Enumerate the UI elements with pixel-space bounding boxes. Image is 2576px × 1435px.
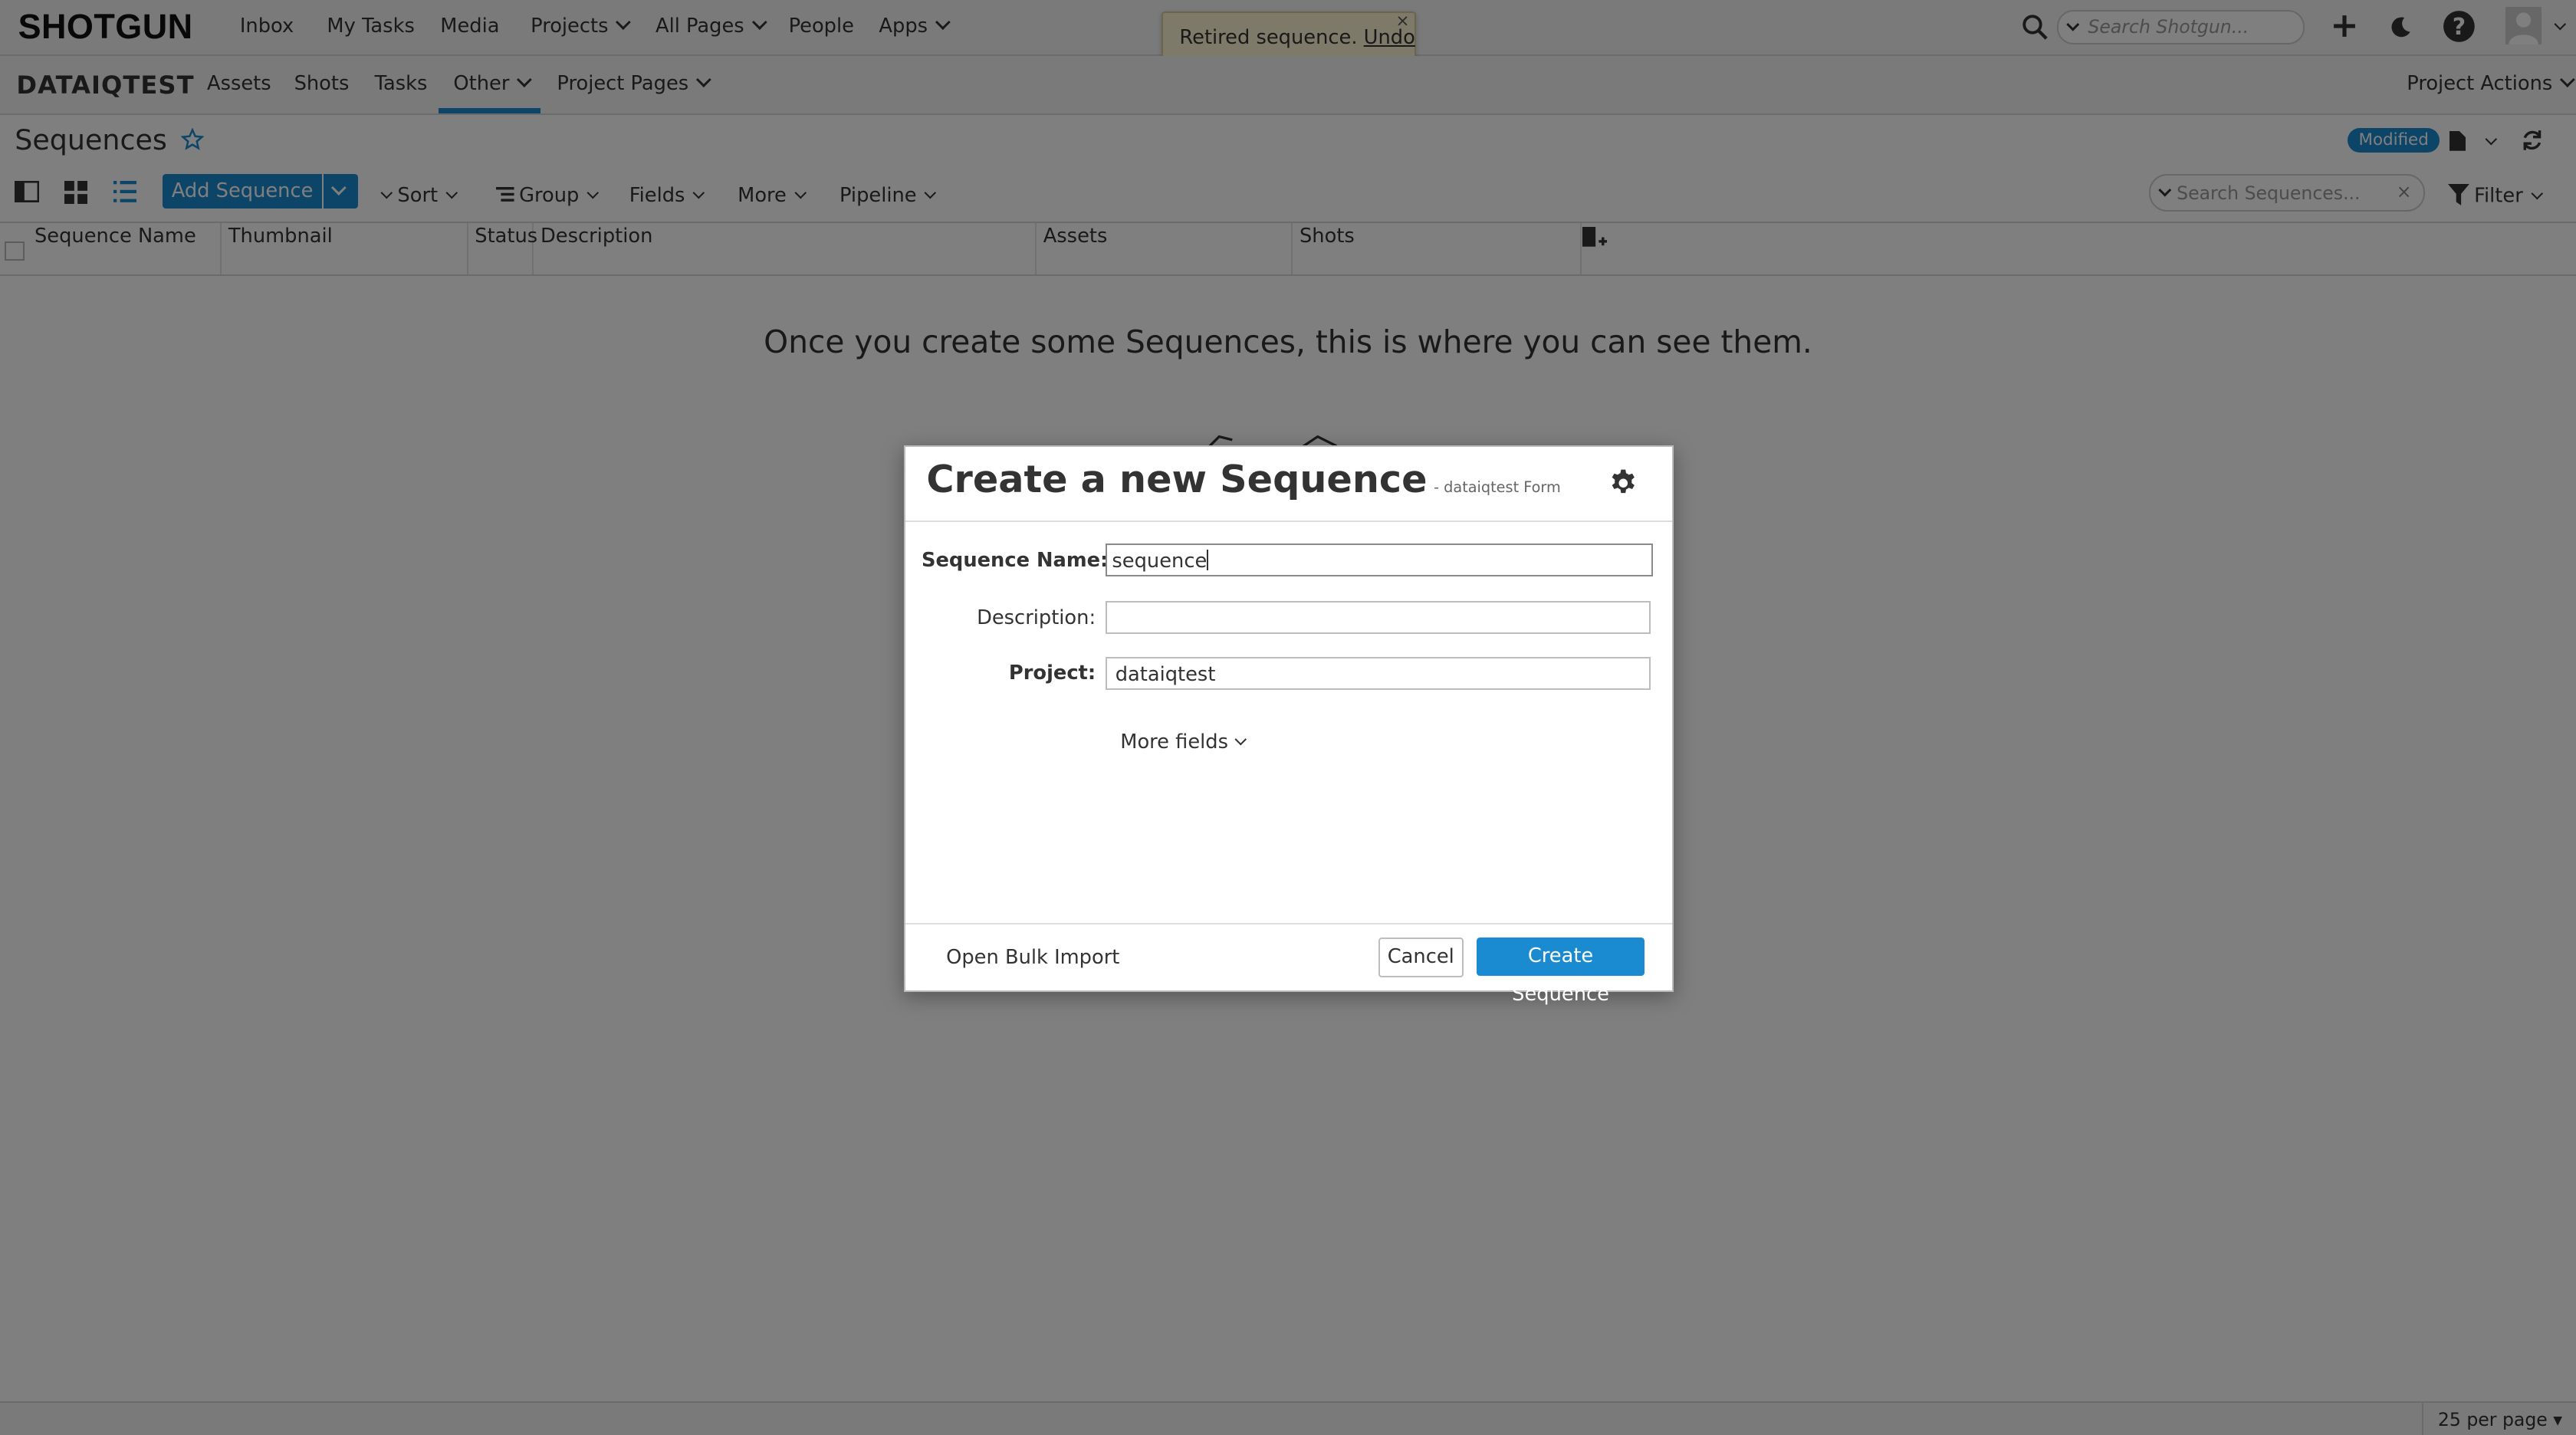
description-label: Description: xyxy=(977,606,1096,629)
sequence-name-label: Sequence Name: xyxy=(921,548,1109,572)
dialog-footer-divider xyxy=(905,923,1673,925)
project-field[interactable]: dataiqtest xyxy=(1105,656,1651,690)
dialog-title-text: Create a new Sequence xyxy=(926,456,1428,501)
project-label: Project: xyxy=(1008,662,1096,685)
text-caret xyxy=(1207,549,1209,571)
chevron-down-icon xyxy=(1234,734,1247,746)
dialog-title: Create a new Sequence - dataiqtest Form xyxy=(926,457,1560,501)
sequence-name-field[interactable]: sequence xyxy=(1105,543,1653,576)
dialog-header-divider xyxy=(905,520,1673,523)
create-sequence-dialog: Create a new Sequence - dataiqtest Form S… xyxy=(903,445,1674,1006)
sequence-name-value: sequence xyxy=(1112,550,1208,573)
create-sequence-button[interactable]: Create Sequence xyxy=(1477,938,1644,1006)
more-fields-label: More fields xyxy=(1120,731,1229,754)
description-field[interactable] xyxy=(1105,601,1651,634)
dialog-subtitle: - dataiqtest Form xyxy=(1434,478,1561,496)
more-fields-toggle[interactable]: More fields xyxy=(1120,731,1247,754)
open-bulk-import-link[interactable]: Open Bulk Import xyxy=(946,946,1119,969)
cancel-button[interactable]: Cancel xyxy=(1378,938,1464,977)
gear-icon[interactable] xyxy=(1608,468,1638,498)
